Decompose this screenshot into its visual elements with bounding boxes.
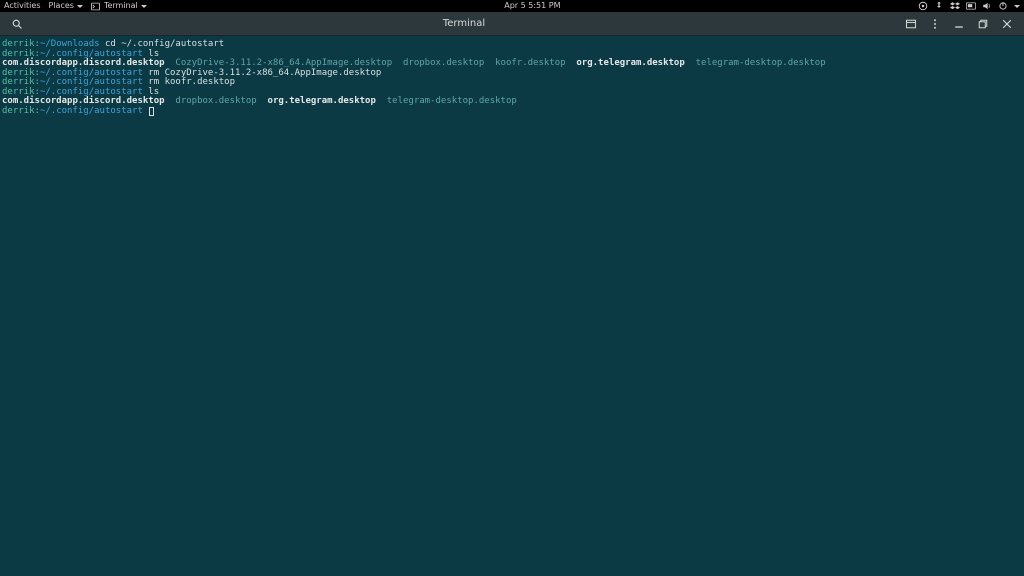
app-menu-label: Terminal: [104, 0, 138, 12]
terminal-content[interactable]: derrik:~/Downloads cd ~/.config/autostar…: [0, 36, 1024, 576]
prompt-user: derrik:: [2, 49, 40, 59]
window-headerbar: Terminal: [0, 12, 1024, 36]
ls-entry: dropbox.desktop: [165, 96, 257, 106]
command-text: rm koofr.desktop: [143, 77, 235, 87]
prompt-path: ~/.config/autostart: [40, 77, 143, 87]
prompt-path: ~/Downloads: [40, 39, 100, 49]
close-button[interactable]: [1000, 17, 1014, 31]
clock-menu[interactable]: Apr 5 5:51 PM: [504, 0, 560, 12]
prompt-user: derrik:: [2, 87, 40, 97]
command-text: ls: [143, 87, 159, 97]
command-text: rm CozyDrive-3.11.2-x86_64.AppImage.desk…: [143, 68, 381, 78]
activities-button[interactable]: Activities: [4, 0, 41, 12]
command-text: ls: [143, 49, 159, 59]
prompt-path: ~/.config/autostart: [40, 68, 143, 78]
ls-entry: CozyDrive-3.11.2-x86_64.AppImage.desktop: [165, 58, 393, 68]
terminal-window: Terminal derrik:~/Downloads cd ~/.config…: [0, 12, 1024, 576]
ls-entry: org.telegram.desktop: [566, 58, 685, 68]
command-text: cd ~/.config/autostart: [100, 39, 225, 49]
workspace-indicator-icon[interactable]: [966, 1, 976, 11]
volume-icon[interactable]: [982, 1, 992, 11]
ls-entry: telegram-desktop.desktop: [685, 58, 826, 68]
window-title: Terminal: [443, 18, 485, 29]
prompt-user: derrik:: [2, 68, 40, 78]
new-tab-button[interactable]: [904, 17, 918, 31]
search-button[interactable]: [10, 17, 24, 31]
menu-button[interactable]: [928, 17, 942, 31]
ls-entry: koofr.desktop: [484, 58, 565, 68]
ls-entry: dropbox.desktop: [392, 58, 484, 68]
tray-icon-1[interactable]: [918, 1, 928, 11]
prompt-path: ~/.config/autostart: [40, 49, 143, 59]
prompt-user: derrik:: [2, 77, 40, 87]
ls-entry: com.discordapp.discord.desktop: [2, 96, 165, 106]
prompt-user: derrik:: [2, 39, 40, 49]
gnome-top-bar: Activities Places Terminal Apr 5 5:51 PM: [0, 0, 1024, 12]
minimize-button[interactable]: [952, 17, 966, 31]
restore-button[interactable]: [976, 17, 990, 31]
tray-icon-2[interactable]: [934, 1, 944, 11]
places-menu[interactable]: Places: [49, 0, 83, 12]
ls-entry: com.discordapp.discord.desktop: [2, 58, 165, 68]
ls-entry: telegram-desktop.desktop: [376, 96, 517, 106]
chevron-down-icon[interactable]: [1014, 5, 1020, 8]
prompt-user: derrik:: [2, 106, 40, 116]
activities-label: Activities: [4, 0, 41, 12]
chevron-down-icon: [77, 5, 83, 8]
places-label: Places: [49, 0, 74, 12]
power-icon[interactable]: [998, 1, 1008, 11]
prompt-path: ~/.config/autostart: [40, 87, 143, 97]
dropbox-tray-icon[interactable]: [950, 1, 960, 11]
terminal-cursor: [149, 107, 154, 116]
terminal-icon: [91, 1, 101, 11]
command-text: [143, 106, 148, 116]
app-menu[interactable]: Terminal: [91, 0, 147, 12]
clock-text: Apr 5 5:51 PM: [504, 0, 560, 12]
prompt-path: ~/.config/autostart: [40, 106, 143, 116]
ls-entry: org.telegram.desktop: [257, 96, 376, 106]
